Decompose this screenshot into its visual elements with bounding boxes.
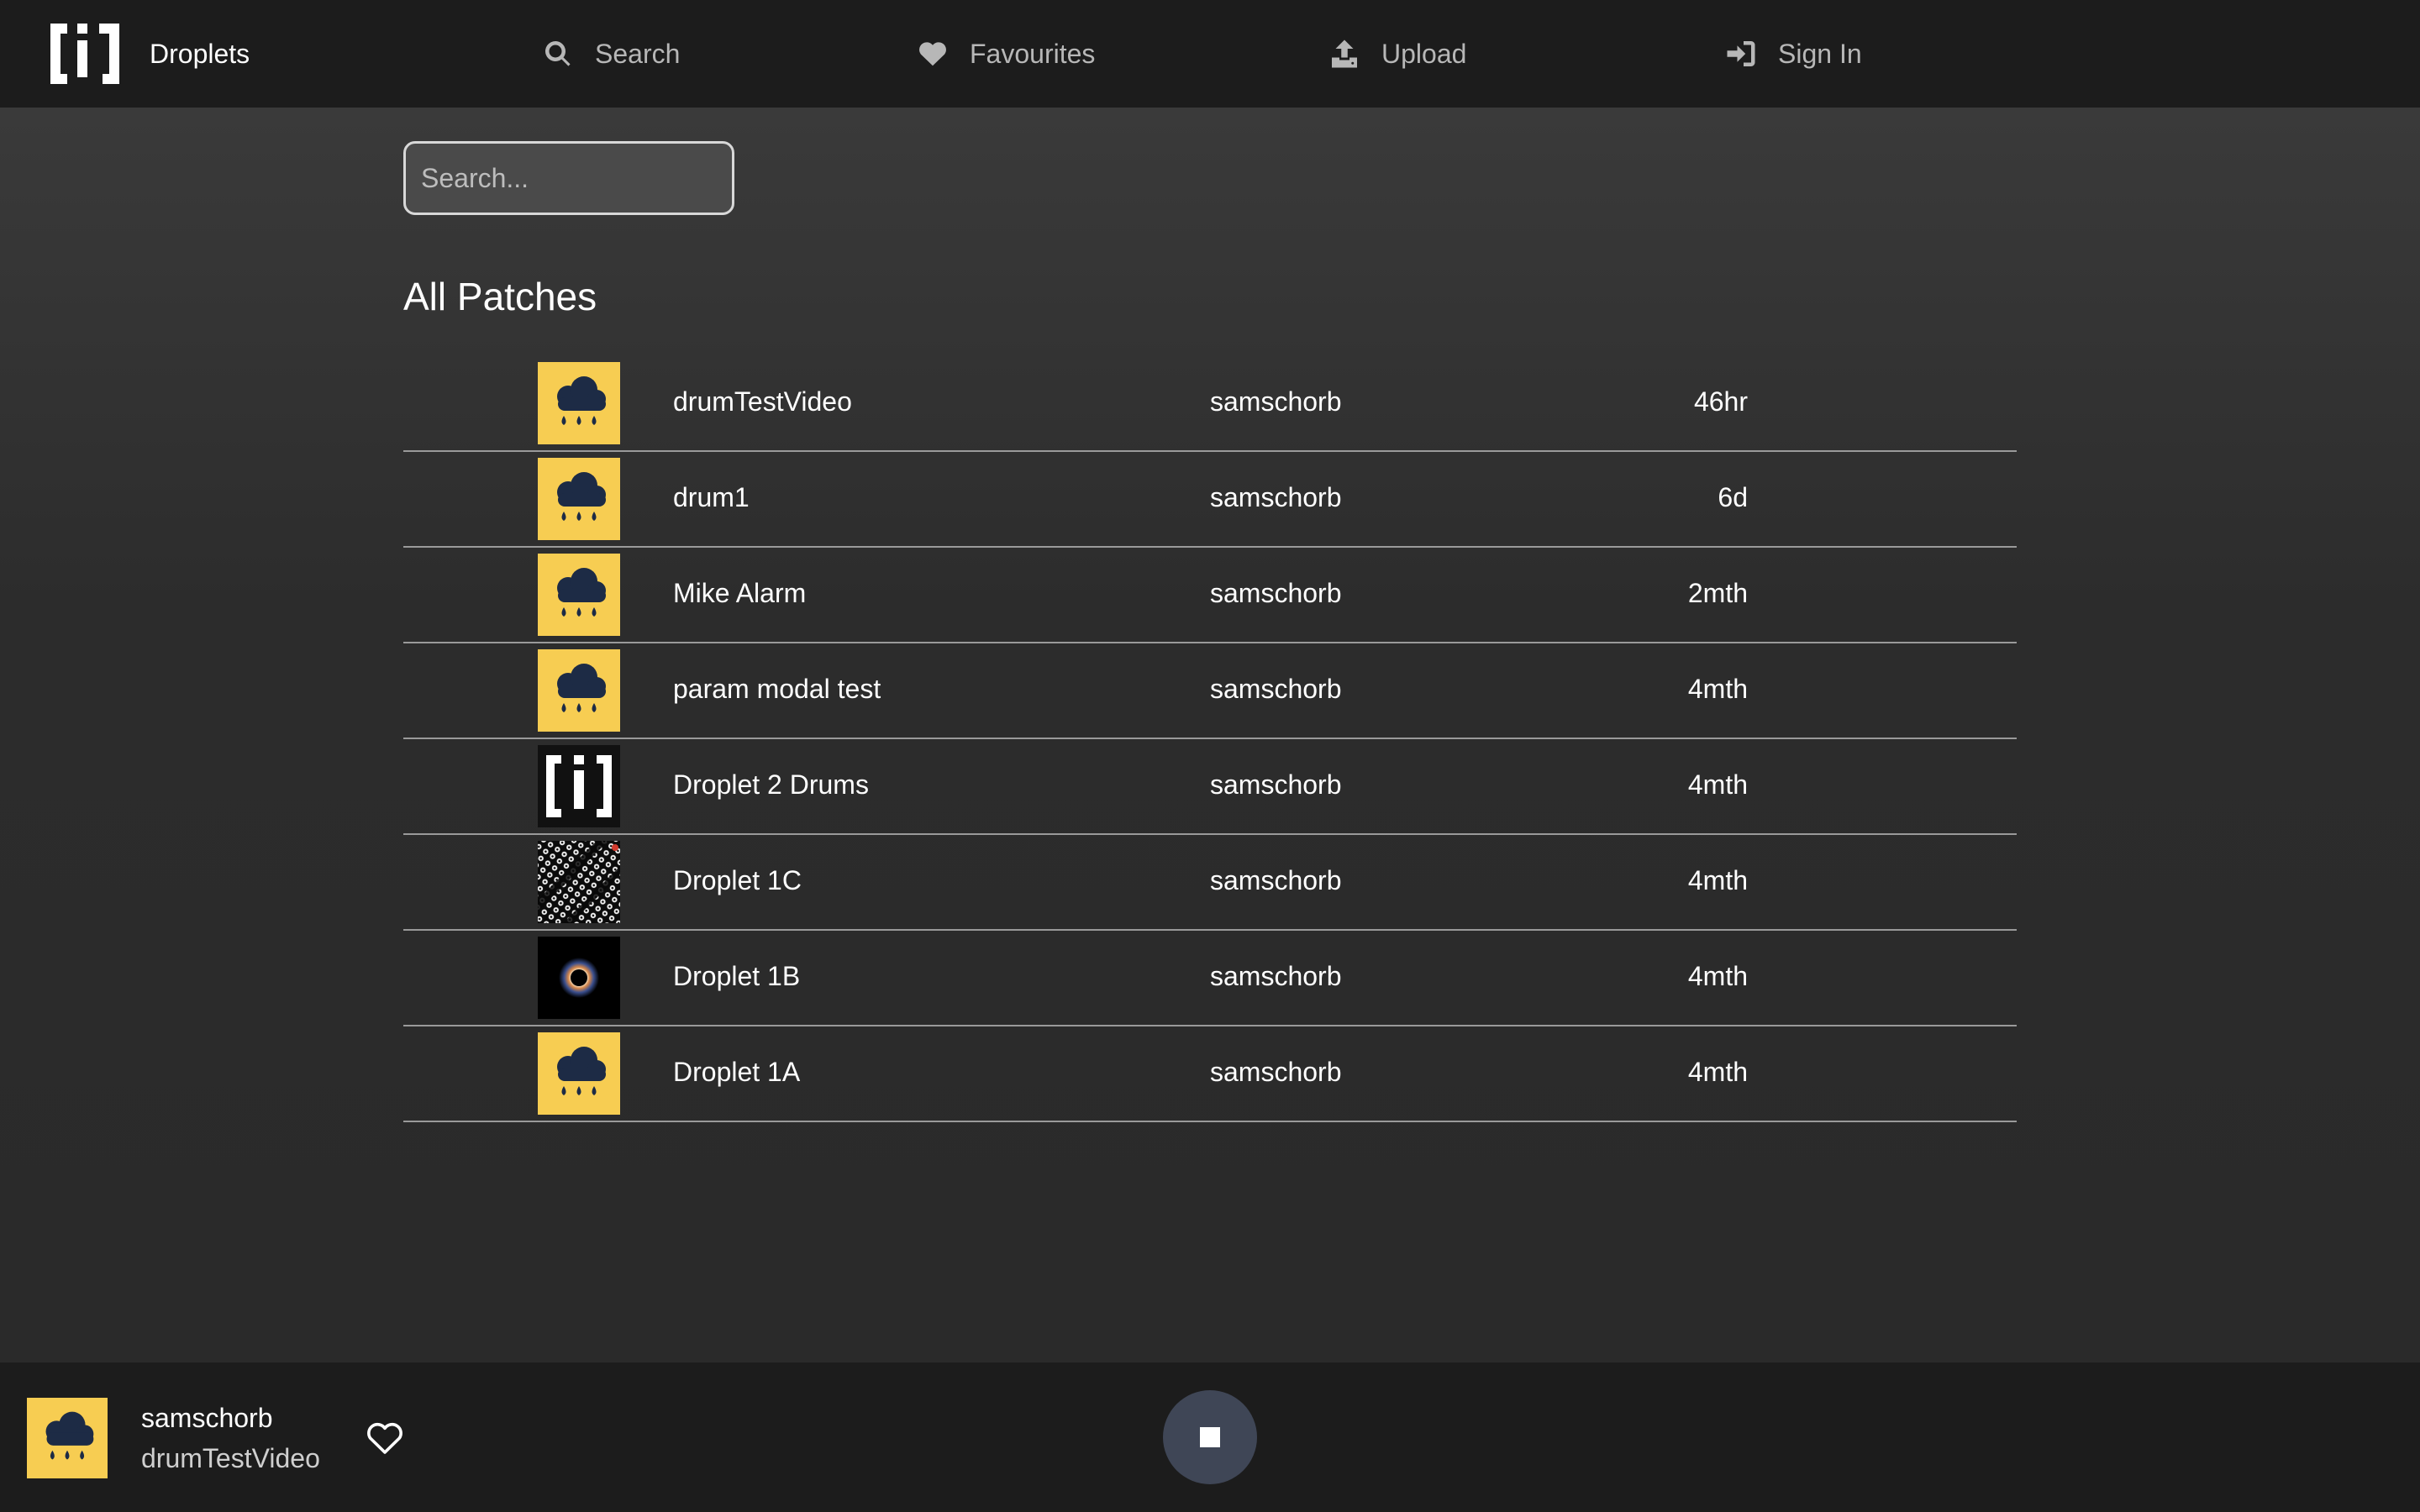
rain-cloud-icon <box>27 1398 108 1478</box>
search-icon <box>544 41 571 66</box>
sign-in-icon <box>1727 41 1755 66</box>
patch-age: 4mth <box>1687 961 1748 991</box>
nav-search-link[interactable]: Search <box>543 30 680 77</box>
now-playing-thumbnail[interactable] <box>27 1398 108 1478</box>
rain-cloud-icon <box>538 1032 620 1115</box>
stop-button[interactable] <box>1163 1390 1257 1484</box>
rain-cloud-icon <box>538 458 620 540</box>
dotted-pattern-icon <box>538 841 620 923</box>
patch-name[interactable]: Droplet 1C <box>673 865 802 896</box>
patch-name[interactable]: drum1 <box>673 482 750 513</box>
patch-age: 6d <box>1718 482 1748 512</box>
now-playing-author[interactable]: samschorb <box>141 1403 273 1434</box>
top-navbar: Droplets Search Favourites Upload Sign I… <box>0 0 2420 108</box>
now-playing-title[interactable]: drumTestVideo <box>141 1443 320 1474</box>
patch-age: 2mth <box>1687 578 1748 608</box>
nav-favourites-link[interactable]: Favourites <box>918 30 1095 77</box>
patch-age: 46hr <box>1693 386 1748 417</box>
patch-author[interactable]: samschorb <box>1210 578 1342 609</box>
patch-author[interactable]: samschorb <box>1210 1057 1342 1088</box>
upload-icon <box>1332 39 1357 68</box>
droplets-logo-icon <box>538 745 620 827</box>
patch-row[interactable]: Droplet 1C samschorb 4mth <box>403 835 2017 931</box>
rain-cloud-icon <box>538 649 620 732</box>
patch-row[interactable]: Droplet 1B samschorb 4mth <box>403 931 2017 1026</box>
patch-age: 4mth <box>1687 1057 1748 1087</box>
patch-row[interactable]: drum1 samschorb 6d <box>403 452 2017 548</box>
heart-icon <box>919 42 946 66</box>
patch-author[interactable]: samschorb <box>1210 961 1342 992</box>
patch-thumbnail <box>538 937 620 1019</box>
patch-name[interactable]: param modal test <box>673 674 881 705</box>
search-input[interactable] <box>403 141 734 215</box>
patch-thumbnail <box>538 458 620 540</box>
nav-favourites-label: Favourites <box>970 38 1096 69</box>
nav-search-label: Search <box>595 38 681 69</box>
eclipse-icon <box>538 937 620 1019</box>
patch-author[interactable]: samschorb <box>1210 865 1342 896</box>
brand-name: Droplets <box>150 38 250 69</box>
patch-thumbnail <box>538 1032 620 1115</box>
patch-name[interactable]: Droplet 2 Drums <box>673 769 869 801</box>
patch-author[interactable]: samschorb <box>1210 386 1342 417</box>
rain-cloud-icon <box>538 362 620 444</box>
patch-name[interactable]: drumTestVideo <box>673 386 852 417</box>
patch-row[interactable]: param modal test samschorb 4mth <box>403 643 2017 739</box>
rain-cloud-icon <box>538 554 620 636</box>
heart-outline-icon <box>367 1422 402 1454</box>
patch-age: 4mth <box>1687 865 1748 895</box>
patch-row[interactable]: drumTestVideo samschorb 46hr <box>403 356 2017 452</box>
patch-thumbnail <box>538 649 620 732</box>
patch-author[interactable]: samschorb <box>1210 674 1342 705</box>
droplets-logo-icon <box>50 24 119 84</box>
favourite-button[interactable] <box>365 1418 405 1458</box>
patch-age: 4mth <box>1687 674 1748 704</box>
patch-thumbnail <box>538 554 620 636</box>
patch-author[interactable]: samschorb <box>1210 769 1342 801</box>
patch-age: 4mth <box>1687 769 1748 800</box>
patch-thumbnail <box>538 841 620 923</box>
nav-sign-in-link[interactable]: Sign In <box>1726 30 1862 77</box>
patch-row[interactable]: Mike Alarm samschorb 2mth <box>403 548 2017 643</box>
patch-name[interactable]: Mike Alarm <box>673 578 806 609</box>
stop-icon <box>1200 1427 1220 1447</box>
nav-upload-link[interactable]: Upload <box>1329 30 1466 77</box>
patch-name[interactable]: Droplet 1B <box>673 961 800 992</box>
patch-name[interactable]: Droplet 1A <box>673 1057 800 1088</box>
patch-thumbnail <box>538 745 620 827</box>
patch-row[interactable]: Droplet 2 Drums samschorb 4mth <box>403 739 2017 835</box>
nav-sign-in-label: Sign In <box>1778 38 1862 69</box>
patch-thumbnail <box>538 362 620 444</box>
patch-row[interactable]: Droplet 1A samschorb 4mth <box>403 1026 2017 1122</box>
patch-author[interactable]: samschorb <box>1210 482 1342 513</box>
brand-link[interactable]: Droplets <box>47 20 250 87</box>
nav-upload-label: Upload <box>1381 38 1467 69</box>
patch-list: drumTestVideo samschorb 46hr drum1 samsc… <box>403 356 2017 1122</box>
page-title: All Patches <box>403 275 597 318</box>
